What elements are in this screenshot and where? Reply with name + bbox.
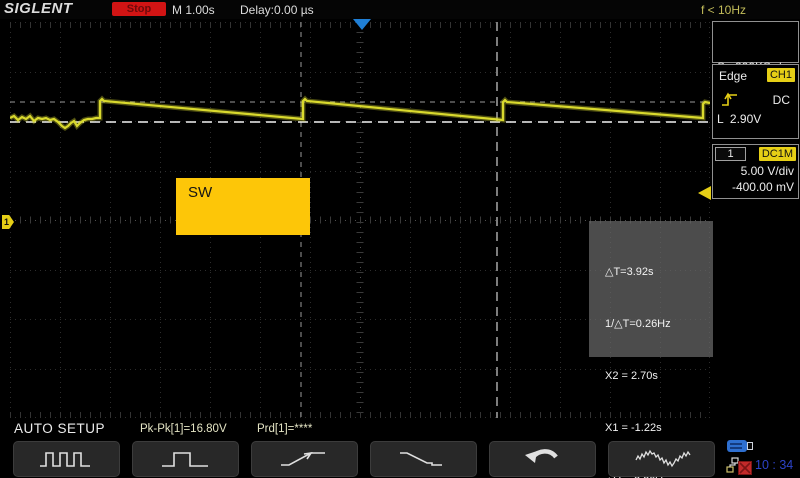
usb-connector-icon [747, 442, 753, 450]
measurement-period: Prd[1]=**** [257, 423, 313, 435]
trigger-info-box[interactable]: Edge CH1 DC L 2.90V [712, 64, 799, 139]
clock-readout: 10 : 34 [755, 458, 794, 472]
falling-edge-icon [399, 452, 442, 466]
square-pulse-icon [161, 452, 208, 467]
menu-button-pulse-train[interactable] [13, 441, 120, 477]
noisy-sine-icon [634, 449, 691, 468]
acquisition-info-box: Sa 200KSa/s Curr 2.8Mpts [712, 21, 799, 125]
brand-logo: SIGLENT [4, 0, 73, 17]
menu-button-noisy-sine[interactable] [608, 441, 715, 477]
cursor-measurement-panel: △T=3.92s 1/△T=0.26Hz X2 = 2.70s X1 = -1.… [589, 221, 713, 478]
menu-button-undo[interactable] [489, 441, 596, 477]
usb-drive-icon [727, 440, 747, 452]
print-error-icon [738, 461, 752, 475]
ch1-waveform-glow [10, 95, 710, 132]
cursor-delta-t: △T=3.92s [605, 265, 654, 278]
menu-button-square-pulse[interactable] [132, 441, 239, 477]
frequency-counter: f < 10Hz [701, 3, 747, 17]
timebase-readout[interactable]: M 1.00s [172, 3, 215, 17]
channel-scale-readout: 5.00 V/div [740, 164, 794, 178]
rising-edge-icon [280, 451, 325, 466]
mode-label: AUTO SETUP [14, 421, 106, 436]
channel-coupling-badge: DC1M [758, 147, 796, 161]
trigger-level-readout: L 2.90V [717, 112, 762, 126]
trigger-source-badge: CH1 [766, 68, 795, 82]
trigger-type: Edge [719, 69, 748, 83]
trigger-delay-readout[interactable]: Delay:0.00 µs [240, 3, 314, 17]
trigger-level-marker[interactable] [698, 186, 711, 200]
channel-offset-readout: -400.00 mV [731, 180, 794, 194]
pulse-train-icon [39, 452, 90, 467]
oscilloscope-screen: SIGLENT Stop M 1.00s Delay:0.00 µs f < 1… [0, 0, 800, 478]
undo-icon [524, 449, 558, 463]
channel-number-badge: 1 [715, 147, 746, 161]
rising-edge-slope-icon [721, 91, 741, 111]
run-state-button[interactable]: Stop [112, 2, 166, 16]
top-status-bar: SIGLENT Stop M 1.00s Delay:0.00 µs f < 1… [0, 0, 800, 19]
menu-button-falling-edge[interactable] [370, 441, 477, 477]
trigger-coupling: DC [772, 93, 790, 107]
measurement-pkpk: Pk-Pk[1]=16.80V [140, 423, 227, 435]
channel1-info-box[interactable]: 1 DC1M 5.00 V/div -400.00 mV [712, 144, 799, 199]
cursor-x1: X1 = -1.22s [605, 422, 662, 435]
trigger-position-marker[interactable] [353, 19, 371, 30]
cursor-inv-delta-t: 1/△T=0.26Hz [605, 318, 671, 331]
menu-button-rising-edge[interactable] [251, 441, 358, 477]
cursor-x2: X2 = 2.70s [605, 370, 658, 383]
channel-label-box[interactable]: SW [176, 178, 310, 235]
